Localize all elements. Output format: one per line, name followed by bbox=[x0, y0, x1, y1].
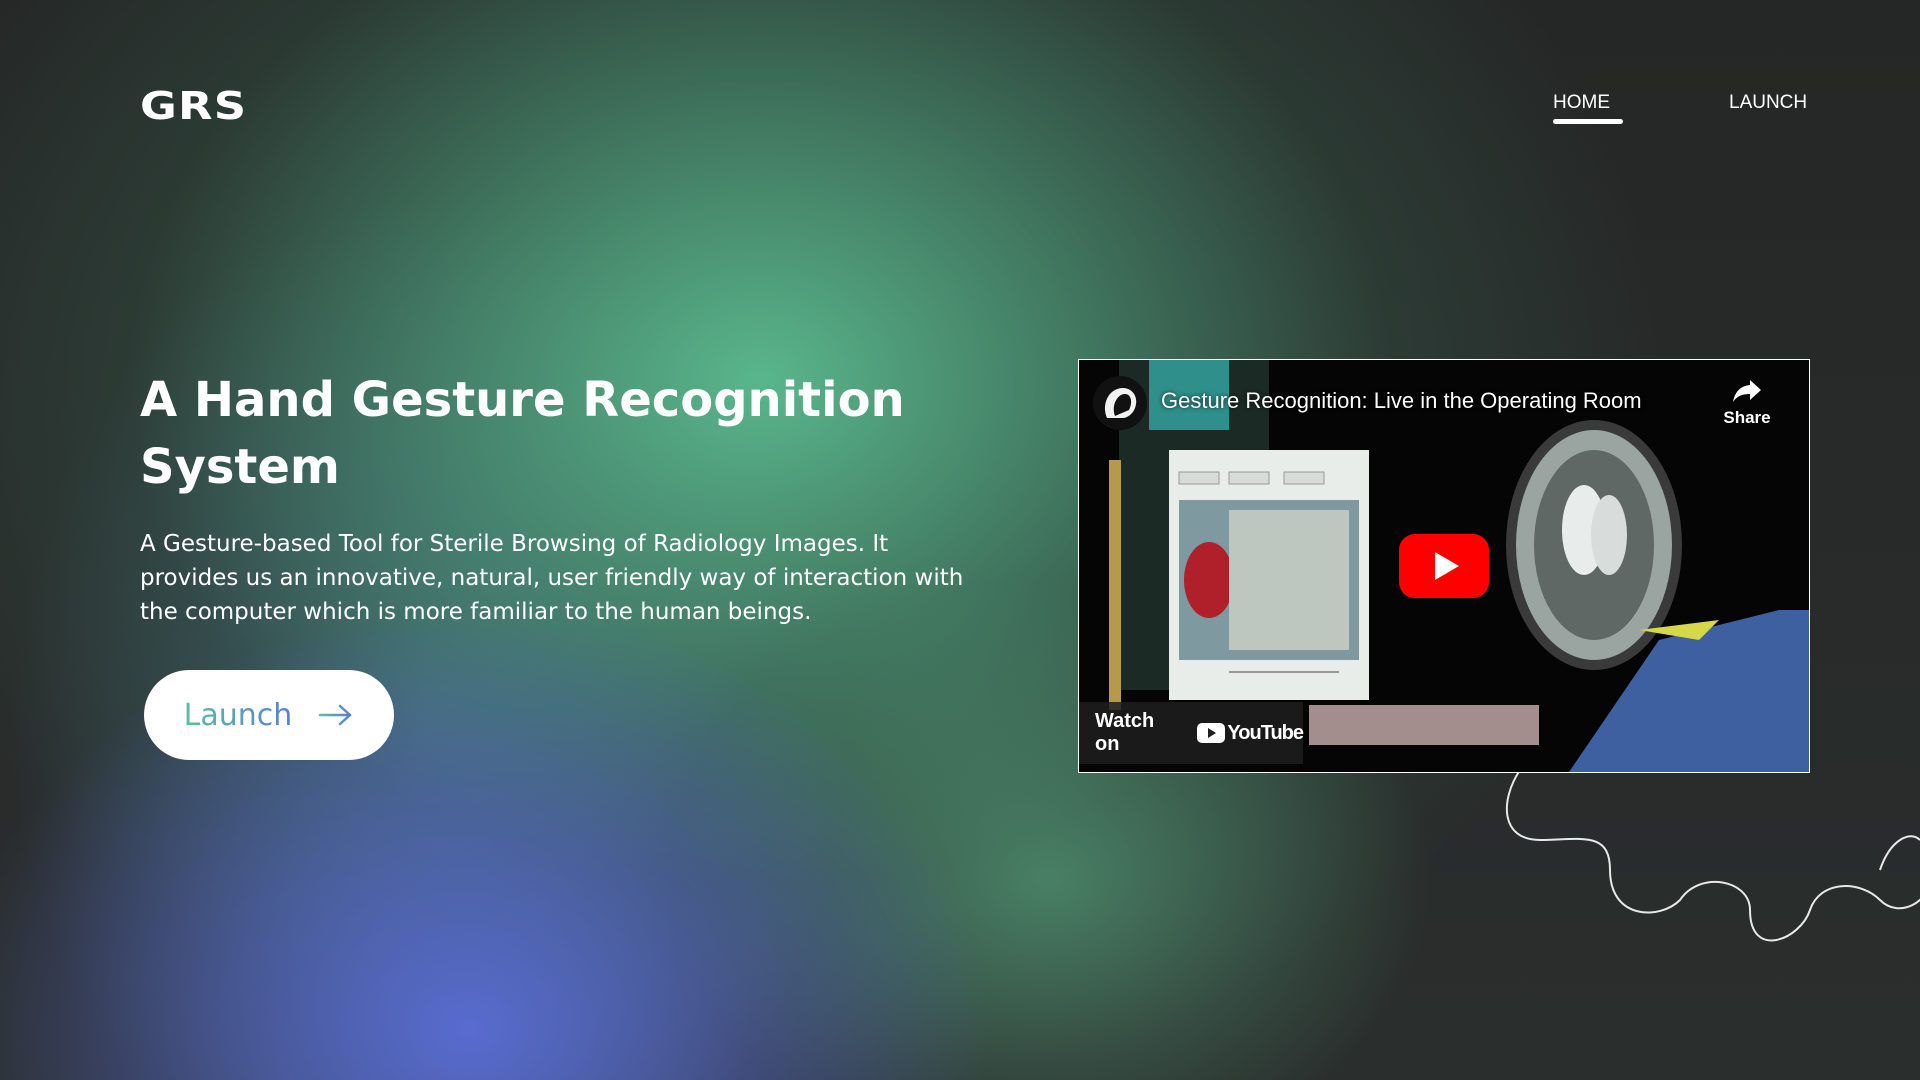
launch-button-label: Launch bbox=[183, 697, 293, 733]
hero-description: A Gesture-based Tool for Sterile Browsin… bbox=[140, 531, 964, 625]
arrow-right-icon bbox=[319, 704, 352, 726]
nav-item-home[interactable]: HOME bbox=[1553, 92, 1610, 114]
nav-item-launch[interactable]: LAUNCH bbox=[1729, 92, 1807, 114]
watch-on-youtube-button[interactable]: Watch on YouTube bbox=[1079, 702, 1304, 764]
channel-avatar[interactable] bbox=[1093, 376, 1147, 430]
hero-title: A Hand Gesture Recognition System bbox=[140, 372, 905, 495]
share-label: Share bbox=[1723, 408, 1771, 427]
watch-on-label: Watch on bbox=[1095, 710, 1155, 755]
share-icon bbox=[1733, 380, 1761, 402]
nav-active-indicator bbox=[1553, 119, 1623, 124]
share-button[interactable]: Share bbox=[1717, 376, 1777, 436]
launch-button[interactable]: Launch bbox=[144, 670, 394, 760]
youtube-logo: YouTube bbox=[1197, 721, 1304, 745]
video-embed[interactable]: Gesture Recognition: Live in the Operati… bbox=[1078, 359, 1810, 773]
channel-logo-icon bbox=[1104, 388, 1137, 418]
youtube-logo-icon bbox=[1197, 723, 1226, 743]
top-navigation: HOME LAUNCH bbox=[0, 92, 1920, 132]
youtube-wordmark: YouTube bbox=[1227, 721, 1304, 744]
youtube-play-icon[interactable] bbox=[1399, 534, 1489, 598]
video-title[interactable]: Gesture Recognition: Live in the Operati… bbox=[1161, 388, 1642, 414]
